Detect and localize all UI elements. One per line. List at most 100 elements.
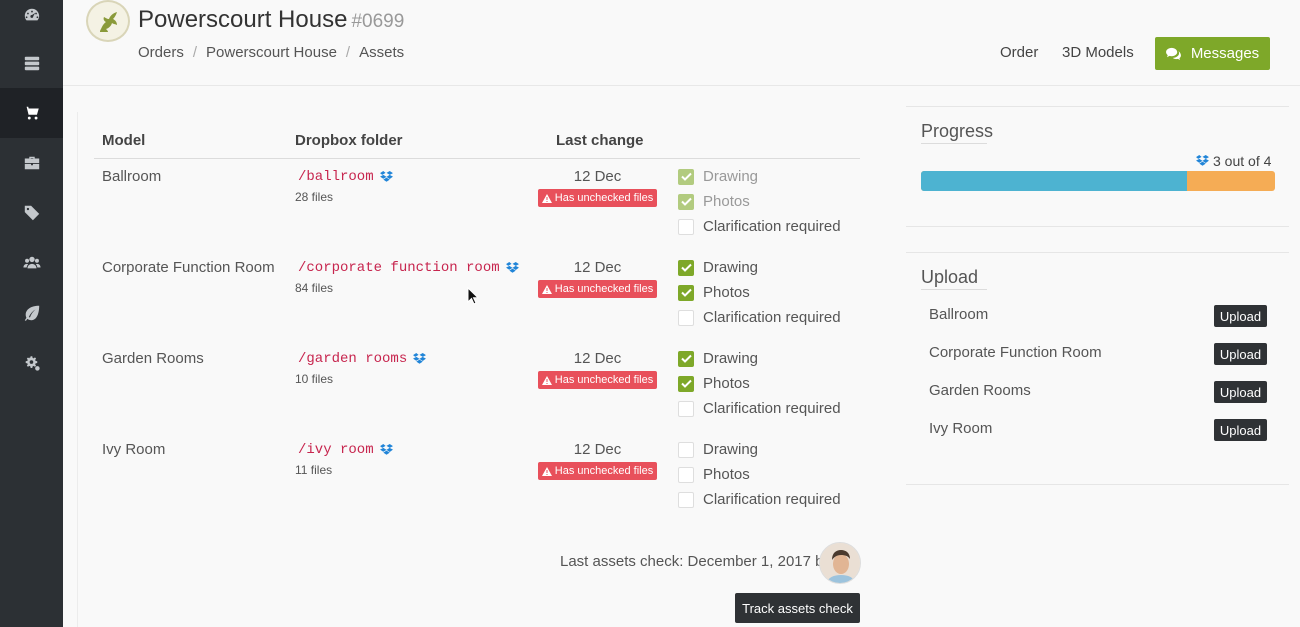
nav-3d-models-link[interactable]: 3D Models (1062, 44, 1134, 61)
checkbox-label: Clarification required (703, 400, 841, 417)
sidebar-item-projects[interactable] (0, 138, 63, 188)
asset-checkbox-row[interactable]: Drawing (678, 441, 758, 458)
asset-checkbox-row[interactable]: Photos (678, 466, 750, 483)
breadcrumb-separator: / (345, 44, 351, 61)
checkmark-icon (680, 197, 692, 206)
asset-checkbox-row[interactable]: Clarification required (678, 400, 841, 417)
upload-model-name: Ivy Room (929, 420, 993, 437)
page-header: Powerscourt House #0699 Orders / Powerscour… (63, 0, 1300, 86)
asset-checkbox-row[interactable]: Drawing (678, 350, 758, 367)
file-count: 84 files (295, 281, 334, 295)
sidebar-item-eco[interactable] (0, 288, 63, 338)
dashboard-icon (24, 8, 39, 21)
checkbox-label: Drawing (703, 168, 759, 185)
upload-button[interactable]: Upload (1214, 305, 1267, 327)
upload-button[interactable]: Upload (1214, 343, 1267, 365)
file-count: 11 files (295, 463, 333, 477)
asset-checkbox-row[interactable]: Clarification required (678, 491, 841, 508)
asset-checkbox-row[interactable]: Photos (678, 193, 750, 210)
comments-icon (1165, 47, 1181, 60)
unchecked-files-badge: Has unchecked files (538, 371, 657, 389)
mouse-cursor-icon (467, 287, 479, 305)
last-change-date: 12 Dec (573, 350, 622, 367)
asset-checkbox-row[interactable]: Photos (678, 375, 750, 392)
progress-bottom-rule (906, 226, 1289, 227)
checkbox[interactable] (678, 441, 694, 458)
page-title-text: Powerscourt House (138, 6, 348, 33)
checkbox[interactable] (678, 350, 694, 367)
asset-checkbox-row[interactable]: Clarification required (678, 309, 841, 326)
badge-label: Has unchecked files (554, 192, 654, 204)
breadcrumb-assets: Assets (359, 44, 405, 61)
progress-top-rule (906, 106, 1289, 107)
dropbox-folder-link[interactable]: /ivy room (298, 442, 393, 458)
checkbox-label: Photos (703, 466, 750, 483)
file-count: 28 files (295, 190, 334, 204)
checkbox-label: Photos (703, 375, 750, 392)
order-number: #0699 (351, 11, 405, 32)
model-name: Ivy Room (102, 441, 166, 458)
last-assets-check: Last assets check: December 1, 2017 by (560, 553, 831, 570)
checkbox-label: Photos (703, 284, 750, 301)
dropbox-folder-link[interactable]: /ballroom (298, 169, 393, 185)
messages-button[interactable]: Messages (1155, 37, 1270, 70)
checkbox[interactable] (678, 309, 694, 326)
checkbox[interactable] (678, 259, 694, 276)
dropbox-folder-link[interactable]: /garden rooms (298, 351, 427, 367)
checkmark-icon (680, 288, 692, 297)
nav-order-link[interactable]: Order (1000, 44, 1038, 61)
last-change-date: 12 Dec (573, 441, 622, 458)
checkbox-label: Drawing (703, 441, 759, 458)
page-title: Powerscourt House #0699 (138, 6, 404, 34)
asset-checkbox-row[interactable]: Drawing (678, 168, 758, 185)
checkbox-label: Clarification required (703, 309, 841, 326)
leaf-icon (24, 305, 39, 321)
upload-title: Upload (921, 267, 979, 287)
sidebar-item-tags[interactable] (0, 188, 63, 238)
checkbox-label: Drawing (703, 350, 759, 367)
asset-checkbox-row[interactable]: Photos (678, 284, 750, 301)
progress-label: 3 out of 4 (1196, 153, 1271, 169)
badge-label: Has unchecked files (554, 374, 654, 386)
checkbox[interactable] (678, 466, 694, 483)
checkbox[interactable] (678, 400, 694, 417)
upload-model-name: Corporate Function Room (929, 344, 1102, 361)
model-name: Garden Rooms (102, 350, 204, 367)
sidebar-item-users[interactable] (0, 238, 63, 288)
asset-checkbox-row[interactable]: Drawing (678, 259, 758, 276)
last-change-date: 12 Dec (573, 259, 622, 276)
model-name: Corporate Function Room (102, 259, 275, 276)
client-logo (86, 0, 130, 42)
checkbox[interactable] (678, 491, 694, 508)
upload-bottom-rule (906, 484, 1289, 485)
users-icon (22, 256, 41, 269)
breadcrumb: Orders / Powerscourt House / Assets (138, 44, 404, 61)
track-assets-check-button[interactable]: Track assets check (735, 593, 860, 623)
column-header-last-change: Last change (556, 132, 644, 149)
checkbox[interactable] (678, 284, 694, 301)
breadcrumb-house[interactable]: Powerscourt House (206, 44, 337, 61)
sidebar-item-orders[interactable] (0, 88, 63, 138)
asset-checkbox-row[interactable]: Clarification required (678, 218, 841, 235)
sidebar-item-dashboard[interactable] (0, 0, 63, 40)
checkbox[interactable] (678, 218, 694, 235)
progress-title: Progress (921, 121, 994, 141)
checkbox-label: Drawing (703, 259, 759, 276)
checkmark-icon (680, 172, 692, 181)
dropbox-icon (1196, 155, 1209, 166)
sidebar-item-servers[interactable] (0, 38, 63, 88)
unchecked-files-badge: Has unchecked files (538, 189, 657, 207)
checkbox[interactable] (678, 375, 694, 392)
warning-icon (541, 193, 552, 203)
avatar[interactable] (819, 542, 861, 584)
griffin-logo-icon (100, 12, 117, 32)
breadcrumb-orders[interactable]: Orders (138, 44, 184, 61)
sidebar-item-settings[interactable] (0, 338, 63, 388)
messages-label: Messages (1190, 45, 1260, 62)
folder-path: /corporate function room (298, 260, 500, 276)
upload-button[interactable]: Upload (1214, 381, 1267, 403)
checkbox[interactable] (678, 168, 694, 185)
checkbox[interactable] (678, 193, 694, 210)
upload-button[interactable]: Upload (1214, 419, 1267, 441)
dropbox-folder-link[interactable]: /corporate function room (298, 260, 519, 276)
